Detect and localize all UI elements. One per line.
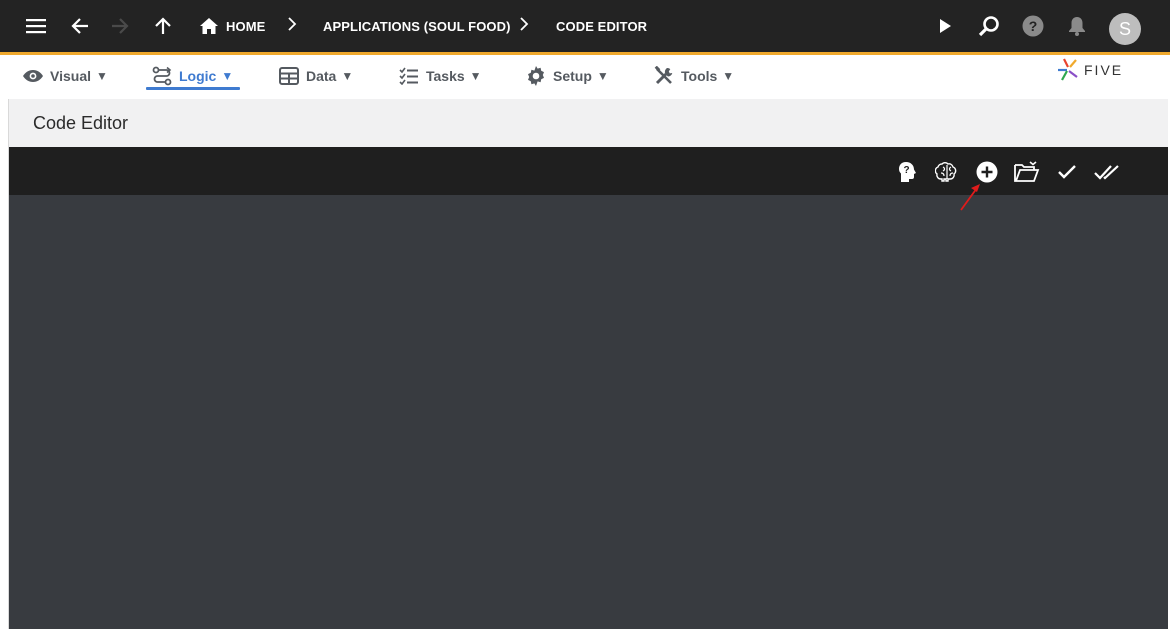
- table-icon: [278, 65, 300, 87]
- menu-setup-label: Setup: [553, 68, 592, 84]
- caret-down-icon: ▼: [469, 69, 482, 83]
- code-editor-area[interactable]: [9, 195, 1168, 629]
- avatar[interactable]: S: [1109, 13, 1141, 45]
- page-title-bar: Code Editor: [9, 99, 1168, 147]
- up-arrow-icon[interactable]: [145, 8, 181, 44]
- back-arrow-icon[interactable]: [62, 8, 98, 44]
- menu-tools-label: Tools: [681, 68, 718, 84]
- gear-icon: [525, 65, 547, 87]
- breadcrumb-applications[interactable]: APPLICATIONS (SOUL FOOD): [323, 19, 511, 34]
- menu-logic-label: Logic: [179, 68, 217, 84]
- double-check-icon[interactable]: [1093, 159, 1121, 185]
- forward-arrow-icon[interactable]: [102, 8, 138, 44]
- logo-text: FIVE: [1084, 62, 1124, 78]
- tools-icon: [653, 65, 675, 87]
- menu-visual-label: Visual: [50, 68, 91, 84]
- menu-tools[interactable]: Tools ▼: [653, 65, 734, 87]
- svg-text:?: ?: [1029, 18, 1038, 34]
- open-folder-icon[interactable]: [1013, 159, 1041, 185]
- menu-visual[interactable]: Visual ▼: [22, 65, 108, 87]
- help-head-icon[interactable]: ?: [894, 159, 920, 185]
- app-bar: HOME APPLICATIONS (SOUL FOOD) CODE EDITO…: [0, 0, 1170, 55]
- content-frame: Code Editor ?: [8, 99, 1168, 629]
- menu-data[interactable]: Data ▼: [278, 65, 353, 87]
- caret-down-icon: ▼: [96, 69, 108, 83]
- caret-down-icon: ▼: [722, 69, 735, 83]
- menu-bar: Visual ▼ Logic ▼ Data ▼ Tasks ▼ Setup ▼: [0, 55, 1170, 99]
- check-icon[interactable]: [1054, 159, 1080, 185]
- menu-tasks[interactable]: Tasks ▼: [398, 65, 482, 87]
- checklist-icon: [398, 65, 420, 87]
- bell-icon[interactable]: [1059, 8, 1095, 44]
- help-icon[interactable]: ?: [1015, 8, 1051, 44]
- menu-setup[interactable]: Setup ▼: [525, 65, 609, 87]
- active-tab-indicator: [146, 87, 240, 90]
- brain-icon[interactable]: [934, 159, 960, 185]
- caret-down-icon: ▼: [596, 69, 609, 83]
- menu-data-label: Data: [306, 68, 337, 84]
- chevron-right-icon: [287, 16, 297, 37]
- menu-icon[interactable]: [18, 8, 54, 44]
- search-icon[interactable]: [971, 8, 1007, 44]
- svg-text:?: ?: [903, 165, 909, 176]
- breadcrumb-home[interactable]: HOME: [226, 19, 265, 34]
- page-title: Code Editor: [33, 113, 129, 133]
- five-logo: FIVE: [1056, 57, 1123, 83]
- menu-tasks-label: Tasks: [426, 68, 465, 84]
- chevron-right-icon: [519, 16, 529, 37]
- caret-down-icon: ▼: [221, 69, 234, 83]
- breadcrumb-code-editor: CODE EDITOR: [556, 19, 648, 34]
- menu-logic[interactable]: Logic ▼: [151, 65, 233, 87]
- logic-icon: [151, 65, 173, 87]
- editor-toolbar: ?: [9, 147, 1168, 195]
- home-icon[interactable]: [191, 8, 227, 44]
- play-icon[interactable]: [927, 8, 963, 44]
- annotation-arrow-icon: [960, 184, 980, 211]
- eye-icon: [22, 65, 44, 87]
- caret-down-icon: ▼: [341, 69, 354, 83]
